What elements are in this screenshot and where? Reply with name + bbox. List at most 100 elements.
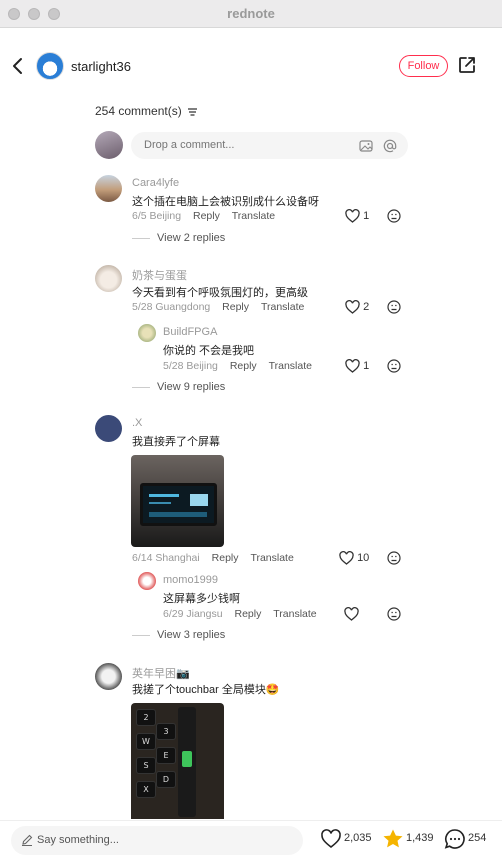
photo-key-label: X	[143, 785, 149, 794]
comment-date: 6/14	[132, 552, 153, 564]
photo-key: D	[156, 771, 176, 788]
photo-screen	[140, 483, 217, 526]
like-count: 2	[363, 300, 370, 313]
reply-location: Jiangsu	[186, 608, 223, 620]
comment-meta: 6/5 Beijing Reply Translate	[132, 210, 275, 222]
reply-avatar[interactable]	[138, 572, 156, 590]
comment-username[interactable]: 英年早困📷	[132, 665, 190, 681]
comment-meta: 5/28 Guangdong Reply Translate	[132, 301, 304, 313]
comment-location: Guangdong	[155, 301, 211, 313]
reply-username[interactable]: BuildFPGA	[163, 326, 217, 338]
photo-key: X	[136, 781, 156, 798]
reply-date: 6/29	[163, 608, 184, 620]
reply-button[interactable]: Reply	[193, 210, 220, 222]
like-button[interactable]: 1	[345, 359, 369, 373]
reply-text: 这屏幕多少钱啊	[163, 593, 240, 605]
photo-key: W	[136, 733, 156, 750]
comment-text: 我搓了个touchbar 全局模块🤩	[132, 684, 280, 696]
comment-text: 这个插在电脑上会被识别成什么设备呀	[132, 196, 319, 208]
translate-button[interactable]: Translate	[273, 608, 316, 620]
comment-bubble-icon[interactable]	[444, 828, 466, 850]
reply-button[interactable]: Reply	[212, 552, 239, 564]
comment-date: 5/28	[132, 301, 153, 313]
like-count: 1	[363, 359, 370, 372]
dislike-icon[interactable]	[387, 359, 401, 373]
photo-key-label: 2	[143, 713, 149, 722]
comment-username[interactable]: 奶茶与蛋蛋	[132, 267, 187, 283]
photo-key-label: D	[162, 775, 170, 784]
comment-username[interactable]: Cara4lyfe	[132, 177, 179, 189]
photo-detail	[182, 751, 192, 767]
like-button[interactable]: 10	[339, 551, 369, 565]
author-avatar[interactable]	[36, 52, 64, 80]
comment-avatar[interactable]	[95, 663, 122, 690]
star-count: 1,439	[406, 832, 434, 844]
heart-icon	[345, 300, 360, 314]
author-name[interactable]: starlight36	[71, 59, 131, 74]
comment-count-label: 254 comment(s)	[95, 104, 182, 118]
comment-date: 6/5	[132, 210, 147, 222]
translate-button[interactable]: Translate	[232, 210, 275, 222]
comment-avatar[interactable]	[95, 265, 122, 292]
reply-button[interactable]: Reply	[234, 608, 261, 620]
heart-icon	[339, 551, 354, 565]
view-replies-label: View 3 replies	[157, 629, 226, 641]
translate-button[interactable]: Translate	[269, 360, 312, 372]
photo-key: S	[136, 757, 156, 774]
image-icon[interactable]	[359, 139, 373, 153]
back-arrow-icon[interactable]	[10, 56, 26, 76]
star-icon[interactable]	[382, 828, 404, 850]
comment-avatar[interactable]	[95, 415, 122, 442]
comment-avatar[interactable]	[95, 175, 122, 202]
dislike-icon[interactable]	[387, 551, 401, 565]
like-post-count: 2,035	[344, 832, 372, 844]
view-replies-link[interactable]: View 9 replies	[132, 381, 225, 393]
dislike-icon[interactable]	[387, 209, 401, 223]
reply-button[interactable]: Reply	[230, 360, 257, 372]
say-something-placeholder: Say something...	[37, 834, 119, 846]
reply-meta: 6/29 Jiangsu Reply Translate	[163, 608, 317, 620]
mention-icon[interactable]	[383, 139, 397, 153]
comment-username[interactable]: .X	[132, 417, 142, 429]
my-avatar	[95, 131, 123, 159]
like-post-icon[interactable]	[320, 828, 342, 850]
photo-key-label: W	[142, 737, 150, 746]
photo-detail	[149, 494, 179, 497]
like-button[interactable]	[344, 607, 359, 621]
like-button[interactable]: 2	[345, 300, 369, 314]
comment-meta: 6/14 Shanghai Reply Translate	[132, 552, 294, 564]
comment-location: Shanghai	[155, 552, 200, 564]
dislike-icon[interactable]	[387, 607, 401, 621]
translate-button[interactable]: Translate	[261, 301, 304, 313]
reply-username[interactable]: momo1999	[163, 574, 218, 586]
reply-location: Beijing	[186, 360, 218, 372]
like-button[interactable]: 1	[345, 209, 369, 223]
follow-button[interactable]: Follow	[399, 55, 448, 77]
photo-detail	[149, 512, 207, 517]
reply-date: 5/28	[163, 360, 184, 372]
comment-photo[interactable]: 2 W S X 3 E D	[131, 703, 224, 819]
photo-key-label: E	[163, 751, 169, 760]
like-count: 10	[357, 551, 370, 564]
share-icon[interactable]	[458, 56, 476, 74]
translate-button[interactable]: Translate	[250, 552, 293, 564]
comment-text: 今天看到有个呼吸氛围灯的，更高级	[132, 287, 308, 299]
comment-photo[interactable]	[131, 455, 224, 547]
photo-detail	[190, 494, 208, 506]
photo-key: E	[156, 747, 176, 764]
heart-icon	[345, 209, 360, 223]
divider	[132, 634, 150, 636]
view-replies-link[interactable]: View 2 replies	[132, 232, 225, 244]
window-title: rednote	[227, 6, 275, 21]
heart-icon	[344, 607, 359, 621]
view-replies-link[interactable]: View 3 replies	[132, 629, 225, 641]
photo-key-label: 3	[163, 727, 169, 736]
bottom-bar: Say something... 2,035 1,439 254	[0, 820, 502, 859]
reply-button[interactable]: Reply	[222, 301, 249, 313]
view-replies-label: View 2 replies	[157, 232, 226, 244]
dislike-icon[interactable]	[387, 300, 401, 314]
say-something-input[interactable]: Say something...	[11, 826, 303, 855]
reply-avatar[interactable]	[138, 324, 156, 342]
comment-location: Beijing	[149, 210, 182, 222]
sort-icon[interactable]	[188, 108, 198, 116]
